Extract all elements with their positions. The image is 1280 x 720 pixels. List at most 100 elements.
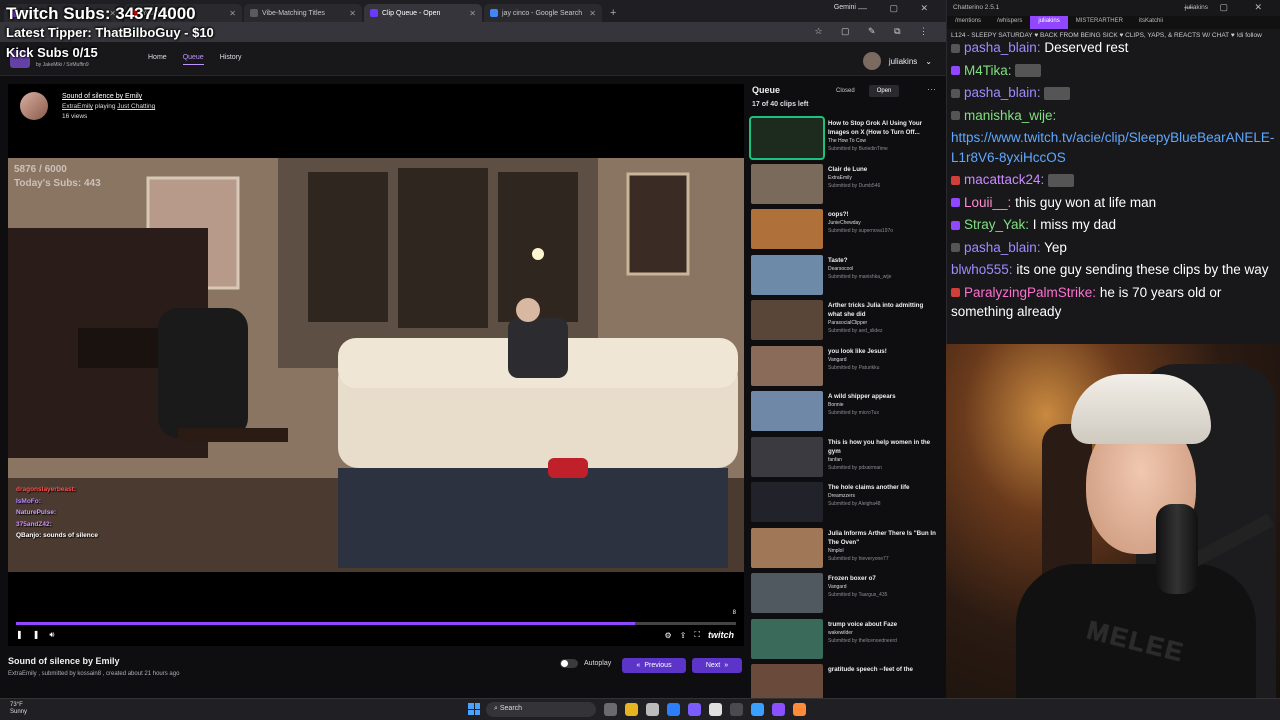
nav-home[interactable]: Home (148, 54, 167, 65)
clip-thumbnail[interactable] (751, 209, 823, 249)
chat-tab[interactable]: MISTERARTHER (1068, 16, 1131, 29)
chat-username[interactable]: Stray_Yak: (964, 217, 1029, 232)
chat-tab[interactable]: /whispers (989, 16, 1030, 29)
clip-thumbnail[interactable] (751, 163, 823, 204)
close-icon[interactable]: ✕ (349, 9, 356, 18)
volume-icon[interactable]: 🔊︎ (49, 630, 64, 639)
queue-count: 17 of 40 clips left (752, 101, 809, 108)
overlay-chat-line: dragonslayerbeast: (16, 484, 98, 496)
clip-thumbnail[interactable] (751, 254, 823, 295)
pause-icon[interactable]: ❚❚ (16, 630, 49, 639)
close-icon[interactable]: ✕ (589, 9, 596, 18)
queue-item[interactable]: trump voice about Faze wakewilder Submitte… (750, 618, 940, 663)
chat-username[interactable]: pasha_blain: (964, 40, 1041, 55)
clip-thumbnail[interactable] (749, 116, 825, 160)
clip-thumbnail[interactable] (751, 436, 823, 477)
clip-thumbnail[interactable] (751, 391, 823, 431)
settings-icon[interactable]: ⚙ (665, 631, 672, 640)
chat-username[interactable]: ParalyzingPalmStrike: (964, 285, 1096, 300)
channel-link[interactable]: ExtraEmily (62, 103, 93, 110)
queue-item[interactable]: Taste? Dearsocool Submitted by manishka_wi… (750, 254, 940, 299)
autoplay-toggle[interactable] (560, 659, 578, 668)
window-controls[interactable]: — ▢ ✕ (858, 3, 938, 14)
category-link[interactable]: Just Chatting (117, 103, 155, 110)
chat-username[interactable]: M4Tika: (964, 63, 1012, 78)
queue-item[interactable]: Frozen boxer o7 Vangard Submitted by Taarg… (750, 573, 940, 617)
file-explorer-icon[interactable] (625, 703, 638, 716)
taskbar-search[interactable]: ⌕ Search (486, 702, 596, 717)
clip-thumbnail[interactable] (751, 527, 823, 568)
close-icon[interactable]: ✕ (229, 9, 236, 18)
nav-queue[interactable]: Queue (182, 54, 204, 65)
new-tab-button[interactable]: + (604, 4, 622, 22)
clip-title-link[interactable]: Sound of silence by Emily (62, 93, 142, 100)
queue-item-submitter: Submitted by thelicenoedneerd (828, 637, 897, 644)
browser-tab[interactable]: jay cinco - Google Search ✕ (484, 4, 602, 22)
chat-username[interactable]: manishka_wije: (964, 108, 1056, 123)
close-icon[interactable]: ✕ (469, 9, 476, 18)
clip-thumbnail[interactable] (751, 300, 823, 340)
weather-temp: 73°F (10, 702, 23, 708)
tab-closed[interactable]: Closed (828, 85, 863, 97)
obs-icon[interactable] (730, 703, 743, 716)
queue-item[interactable]: Arther tricks Julia into admitting what … (750, 300, 940, 344)
edge-icon[interactable] (667, 703, 680, 716)
user-menu[interactable]: juliakins ⌄ (862, 52, 932, 70)
queue-item[interactable]: How to Stop Grok AI Using Your Images on… (749, 116, 940, 162)
clip-thumbnail[interactable] (751, 664, 823, 698)
gemini-button[interactable]: Gemini (834, 4, 856, 11)
chat-tab[interactable]: /mentions (947, 16, 989, 29)
browser-toolbar-icons[interactable]: ☆ ▢ ✎ ⧉ ⋮ (814, 26, 936, 37)
twitch-brand[interactable]: twitch (708, 630, 734, 640)
queue-item-title: This is how you help women in the gym (828, 438, 931, 455)
previous-button[interactable]: «Previous (622, 658, 686, 673)
browser-tab[interactable]: Vibe-Matching Titles ✕ (244, 4, 362, 22)
chat-username[interactable]: pasha_blain: (964, 85, 1041, 100)
seek-bar[interactable] (16, 622, 736, 625)
clip-thumbnail[interactable] (751, 618, 823, 659)
clip-thumbnail[interactable] (751, 482, 823, 522)
chat-username[interactable]: blwho555: (951, 262, 1013, 277)
browser-icon[interactable] (751, 703, 764, 716)
queue-item[interactable]: Julia Informs Arther There Is "Bun In Th… (750, 527, 940, 572)
chat-message: pasha_blain: Deserved rest (951, 38, 1277, 58)
store-icon[interactable] (646, 703, 659, 716)
queue-item[interactable]: gratitude speech --feet of the (750, 664, 940, 698)
chat-username[interactable]: Louii__: (964, 195, 1011, 210)
queue-item[interactable]: oops?! JunieChewday Submitted by supernova… (750, 209, 940, 253)
next-button[interactable]: Next» (692, 658, 742, 673)
chat-tab[interactable]: itsKatchii (1131, 16, 1171, 29)
queue-item[interactable]: This is how you help women in the gym fan… (750, 436, 940, 481)
clip-player[interactable]: Sound of silence by Emily ExtraEmily pla… (8, 84, 744, 646)
twitch-icon[interactable] (772, 703, 785, 716)
nav-history[interactable]: History (220, 54, 242, 65)
app2-icon[interactable] (793, 703, 806, 716)
queue-item[interactable]: you look like Jesus! Vangard Submitted by … (750, 345, 940, 390)
tab-open[interactable]: Open (868, 85, 900, 97)
weather-widget[interactable]: 73°F Sunny (10, 702, 27, 716)
chat-username[interactable]: pasha_blain: (964, 240, 1041, 255)
clip-thumbnail[interactable] (751, 573, 823, 613)
chat-tab[interactable]: juliakins (1030, 16, 1068, 29)
queue-item-submitter: Submitted by microTux (828, 410, 879, 416)
chat-window-controls[interactable]: — ▢ ✕ (1184, 2, 1274, 13)
overlay-chat-line: QBanjo: sounds of silence (16, 530, 98, 542)
channel-avatar[interactable] (20, 92, 48, 120)
browser-tab[interactable]: Clip Queue - Open ✕ (364, 4, 482, 22)
chat-link[interactable]: https://www.twitch.tv/acie/clip/SleepyBl… (951, 130, 1274, 165)
app-icon[interactable] (688, 703, 701, 716)
fullscreen-icon[interactable]: ⛶ (694, 630, 700, 640)
task-view-icon[interactable] (604, 703, 617, 716)
queue-item[interactable]: A wild shipper appears Bonnie Submitted by… (750, 391, 940, 435)
chat-username[interactable]: macattack24: (964, 172, 1044, 187)
emote-icon (1015, 64, 1042, 78)
more-icon[interactable]: ⋯ (927, 84, 936, 95)
chrome-icon[interactable] (709, 703, 722, 716)
share-icon[interactable]: ⇪ (680, 631, 687, 640)
clip-thumbnail[interactable] (751, 345, 823, 386)
autoplay-control[interactable]: Autoplay (560, 659, 611, 668)
windows-start-icon[interactable] (468, 703, 480, 715)
queue-item[interactable]: Clair de Lune ExtraEmily Submitted by Dumb… (750, 163, 940, 208)
queue-item-title: you look like Jesus! (828, 347, 887, 355)
queue-item[interactable]: The hole claims another life Dreamzzers Su… (750, 482, 940, 526)
